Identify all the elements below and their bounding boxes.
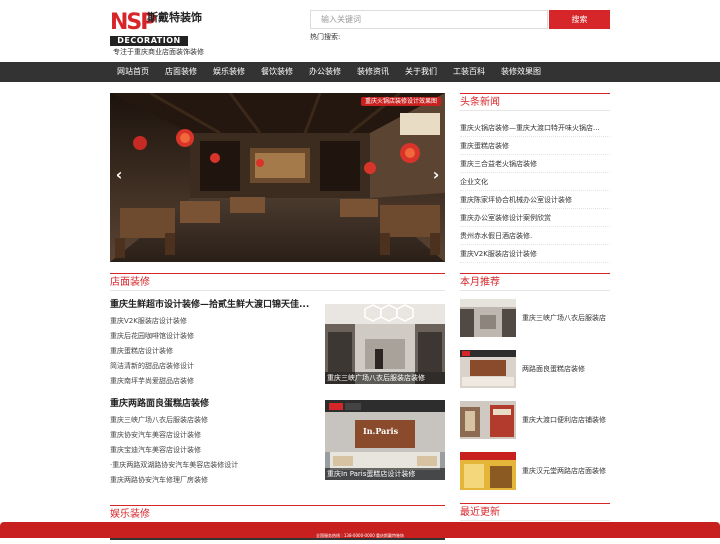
entertainment-section-header: 娱乐装修	[110, 505, 445, 523]
news-item[interactable]: 重庆陈家坪协合机械办公室设计装修	[460, 191, 610, 209]
store-section-title: 店面装修	[110, 277, 150, 288]
store-block-2-heading[interactable]: 重庆两路面良蛋糕店装修	[110, 398, 320, 411]
logo-brand-en: DECORATION	[110, 36, 188, 46]
nav-item-storefront[interactable]: 店面装修	[157, 62, 205, 82]
recommend-item[interactable]: 重庆三峡广场八衣后服装店	[460, 299, 610, 339]
recommend-item[interactable]: 重庆大渡口便利店店铺装修	[460, 401, 610, 441]
store-block-2: 重庆两路面良蛋糕店装修 重庆三峡广场八衣后服装店装修 重庆协安汽车美容店设计装修…	[110, 398, 320, 488]
main-nav: 网站首页 店面装修 娱乐装修 餐饮装修 办公装修 装修资讯 关于我们 工装百科 …	[0, 62, 720, 82]
headline-news-list: 重庆火锅店装修—重庆大渡口特开味火锅店... 重庆蛋糕店装修 重庆三合益老火锅店…	[460, 119, 610, 263]
news-item[interactable]: 重庆V2K服装店设计装修	[460, 245, 610, 263]
store-block-1: 重庆生鲜超市设计装修—拾贰生鲜大渡口锦天佳... 重庆V2K服装店设计装修 重庆…	[110, 299, 320, 389]
news-item[interactable]: 重庆火锅店装修—重庆大渡口特开味火锅店...	[460, 119, 610, 137]
list-item[interactable]: 重庆三峡广场八衣后服装店装修	[110, 413, 320, 428]
list-item[interactable]: 重庆宝迪汽车美容店设计装修	[110, 443, 320, 458]
recommend-item[interactable]: 重庆汉元堂两路店店面装修	[460, 452, 610, 492]
banner-caption: 重庆火锅店装修设计效果图	[360, 97, 441, 106]
news-item[interactable]: 企业文化	[460, 173, 610, 191]
store-thumb-2-caption: 重庆In Paris蛋糕店设计装修	[325, 468, 445, 480]
nav-item-news[interactable]: 装修资讯	[349, 62, 397, 82]
nav-item-gallery[interactable]: 装修效果图	[493, 62, 549, 82]
search-form: 搜索	[310, 10, 610, 29]
search-input[interactable]	[310, 10, 548, 29]
recommend-label: 重庆三峡广场八衣后服装店	[522, 314, 606, 322]
recommend-image	[460, 401, 516, 439]
nav-item-restaurant[interactable]: 餐饮装修	[253, 62, 301, 82]
list-item[interactable]: 重庆后花园咖啡馆设计装修	[110, 329, 320, 344]
banner-image	[110, 93, 445, 262]
recommend-image	[460, 350, 516, 388]
list-item[interactable]: 重庆南坪芋尚爱甜品店装修	[110, 374, 320, 389]
recommend-label: 重庆汉元堂两路店店面装修	[522, 467, 606, 475]
logo-brand-cn: 斯戴特装饰	[147, 11, 202, 24]
hot-search-label: 热门搜索:	[310, 33, 341, 41]
list-item[interactable]: 重庆协安汽车美容店设计装修	[110, 428, 320, 443]
banner-prev-button[interactable]: ‹	[112, 165, 126, 185]
latest-updates-title: 最近更新	[460, 507, 500, 518]
nav-item-home[interactable]: 网站首页	[110, 62, 157, 82]
store-section-header: 店面装修	[110, 273, 445, 291]
recommend-label: 两路面良蛋糕店装修	[522, 365, 585, 373]
nav-item-office[interactable]: 办公装修	[301, 62, 349, 82]
recommend-image	[460, 452, 516, 490]
news-item[interactable]: 重庆办公室装修设计案例欣赏	[460, 209, 610, 227]
list-item[interactable]: 重庆两路协安汽车修理厂房装修	[110, 473, 320, 488]
logo-mark: NSP	[110, 10, 156, 35]
list-item[interactable]: 简洁清新的甜品店装修设计	[110, 359, 320, 374]
site-logo[interactable]: NSP 斯戴特装饰 DECORATION 专注于重庆商业店面装饰装修	[110, 10, 204, 56]
list-item[interactable]: 重庆蛋糕店设计装修	[110, 344, 320, 359]
recommend-image	[460, 299, 516, 337]
store-thumb-1-caption: 重庆三峡广场八衣后服装店装修	[325, 372, 445, 384]
latest-updates-header: 最近更新	[460, 503, 610, 521]
hero-banner[interactable]: 重庆火锅店装修设计效果图 ‹ ›	[110, 93, 445, 262]
bottom-contact-bar[interactable]: 全国服务热线 : 138-0000-0000 重庆斯戴特装饰	[0, 522, 720, 538]
banner-next-button[interactable]: ›	[429, 165, 443, 185]
store-thumb-1[interactable]: 重庆三峡广场八衣后服装店装修	[325, 304, 445, 384]
cake-store-sign: In.Paris	[363, 426, 399, 436]
logo-slogan: 专注于重庆商业店面装饰装修	[113, 48, 204, 56]
store-thumb-2[interactable]: In.Paris 重庆In Paris蛋糕店设计装修	[325, 400, 445, 480]
store-block-1-heading[interactable]: 重庆生鲜超市设计装修—拾贰生鲜大渡口锦天佳...	[110, 299, 320, 312]
search-button[interactable]: 搜索	[549, 10, 610, 29]
site-header: NSP 斯戴特装饰 DECORATION 专注于重庆商业店面装饰装修 搜索 热门…	[0, 0, 720, 62]
news-item[interactable]: 重庆蛋糕店装修	[460, 137, 610, 155]
nav-item-entertainment[interactable]: 娱乐装修	[205, 62, 253, 82]
month-recommend-title: 本月推荐	[460, 277, 500, 288]
month-recommend-header: 本月推荐	[460, 273, 610, 291]
bottom-contact-text: 全国服务热线 : 138-0000-0000 重庆斯戴特装饰	[315, 533, 405, 538]
headline-news-title: 头条新闻	[460, 97, 500, 108]
headline-news-header: 头条新闻	[460, 93, 610, 111]
nav-item-about[interactable]: 关于我们	[397, 62, 445, 82]
list-item[interactable]: 重庆V2K服装店设计装修	[110, 314, 320, 329]
nav-item-encyclopedia[interactable]: 工装百科	[445, 62, 493, 82]
list-item[interactable]: ·重庆两路双湖路协安汽车美容店装修设计	[110, 458, 320, 473]
news-item[interactable]: 重庆三合益老火锅店装修	[460, 155, 610, 173]
news-item[interactable]: 贵州赤水假日酒店装修.	[460, 227, 610, 245]
recommend-label: 重庆大渡口便利店店铺装修	[522, 416, 606, 424]
recommend-item[interactable]: 两路面良蛋糕店装修	[460, 350, 610, 390]
entertainment-section-title: 娱乐装修	[110, 509, 150, 520]
